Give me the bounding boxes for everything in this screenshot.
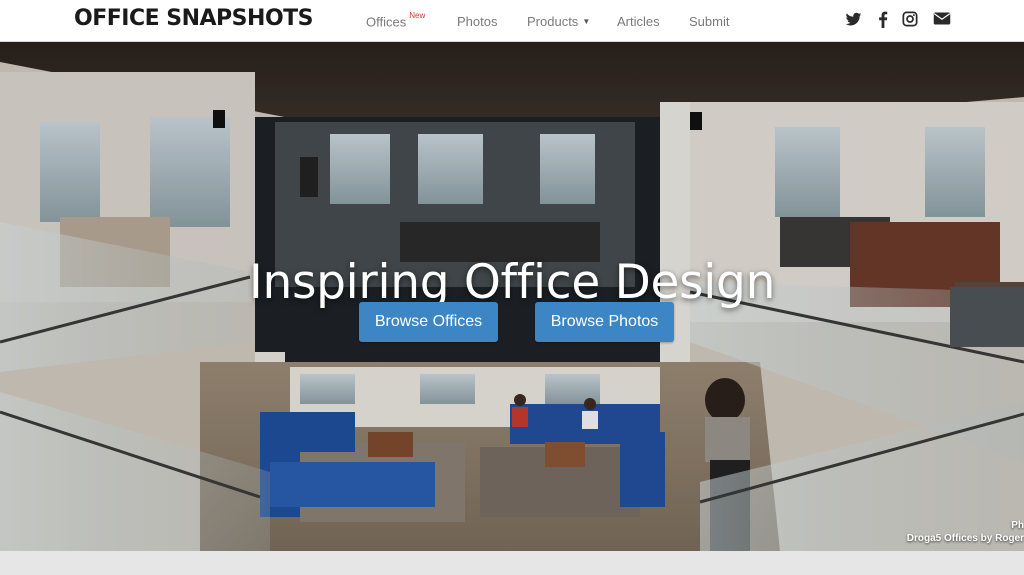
new-badge: New	[409, 11, 426, 20]
photo-credit-line2[interactable]: Droga5 Offices by Roger	[907, 533, 1024, 544]
top-navbar: OFFICE SNAPSHOTS Offices New Photos Produ…	[0, 0, 1024, 42]
instagram-icon[interactable]	[902, 11, 920, 29]
facebook-icon[interactable]	[877, 11, 895, 29]
nav-item-label: Submit	[689, 14, 730, 29]
hero-title: Inspiring Office Design	[248, 255, 776, 310]
nav-item-photos[interactable]: Photos	[457, 14, 497, 29]
twitter-icon[interactable]	[845, 11, 863, 29]
nav-item-offices[interactable]: Offices New	[366, 11, 426, 30]
nav-item-label: Photos	[457, 14, 498, 29]
nav-item-label: Products	[527, 14, 579, 29]
nav-item-label: Articles	[617, 14, 660, 29]
nav-item-submit[interactable]: Submit	[689, 14, 729, 29]
hero-section: Inspiring Office Design Browse Offices B…	[0, 42, 1024, 551]
page-content-strip	[0, 551, 1024, 575]
browse-offices-button[interactable]: Browse Offices	[359, 302, 498, 342]
caret-down-icon: ▼	[582, 17, 591, 26]
nav-item-label: Offices	[366, 14, 407, 30]
nav-item-products[interactable]: Products ▼	[527, 14, 590, 29]
photo-credit-line1: Ph	[1011, 520, 1024, 531]
envelope-icon[interactable]	[933, 11, 951, 29]
nav-item-articles[interactable]: Articles	[617, 14, 660, 29]
site-logo[interactable]: OFFICE SNAPSHOTS	[74, 6, 314, 31]
browse-photos-button[interactable]: Browse Photos	[535, 302, 674, 342]
